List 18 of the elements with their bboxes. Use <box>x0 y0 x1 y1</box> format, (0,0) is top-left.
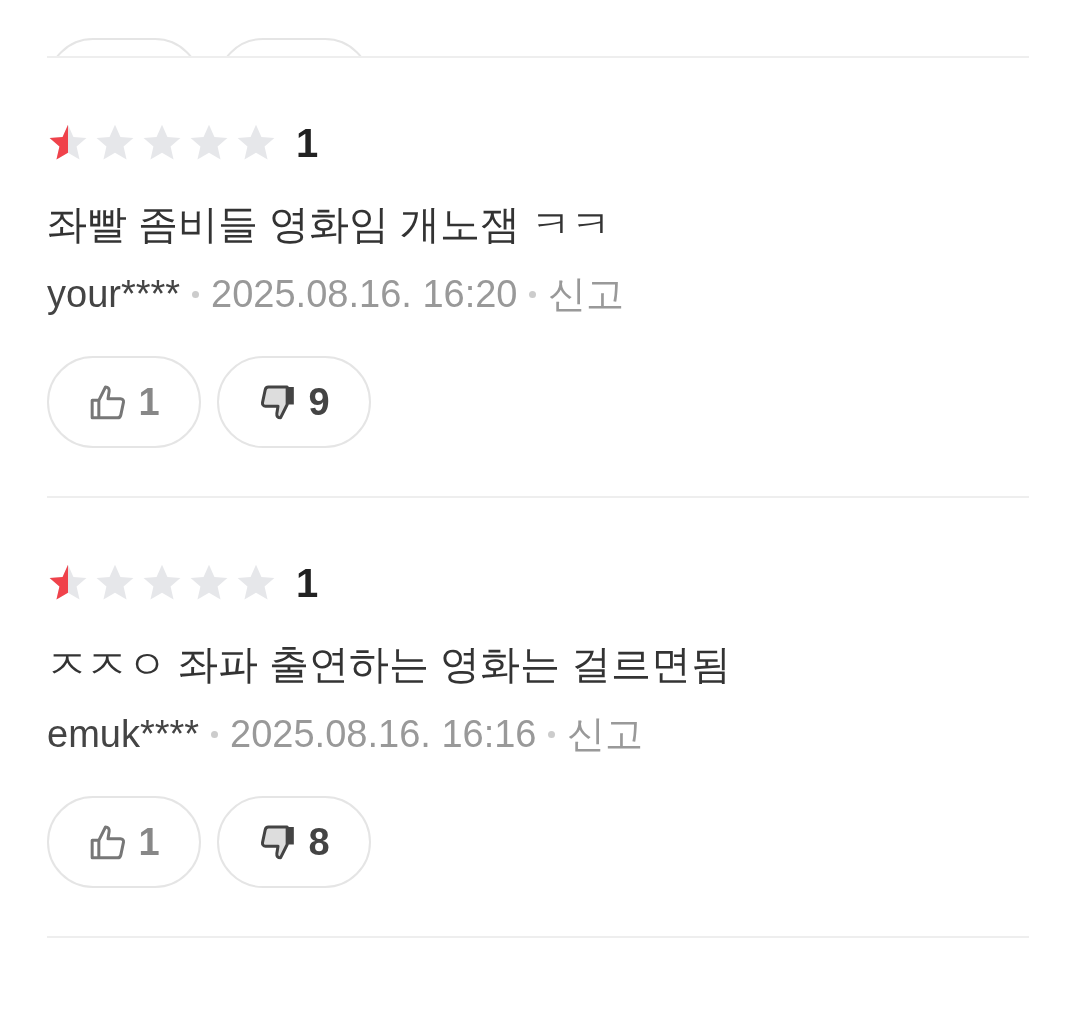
author-name: emuk**** <box>47 712 200 757</box>
report-link[interactable]: 신고 <box>567 710 644 758</box>
rating-score: 1 <box>296 560 319 606</box>
separator-dot <box>529 290 537 298</box>
report-link[interactable]: 신고 <box>548 270 625 318</box>
review-text: 좌빨 좀비들 영화임 개노잼 ㅋㅋ <box>47 201 613 248</box>
separator-dot <box>192 290 200 298</box>
like-button[interactable]: 1 <box>47 356 201 448</box>
separator-dot <box>548 730 556 738</box>
dislike-button[interactable]: 8 <box>217 796 371 888</box>
review-date: 2025.08.16. 16:16 <box>230 712 537 757</box>
review-text: ㅈㅈㅇ 좌파 출연하는 영화는 걸르면됨 <box>47 641 733 688</box>
dislike-button[interactable]: 9 <box>217 356 371 448</box>
separator-dot <box>211 730 219 738</box>
like-button[interactable]: 1 <box>47 796 201 888</box>
author-name: your**** <box>47 272 181 317</box>
review-date: 2025.08.16. 16:20 <box>211 272 518 317</box>
rating-score: 1 <box>296 120 319 166</box>
